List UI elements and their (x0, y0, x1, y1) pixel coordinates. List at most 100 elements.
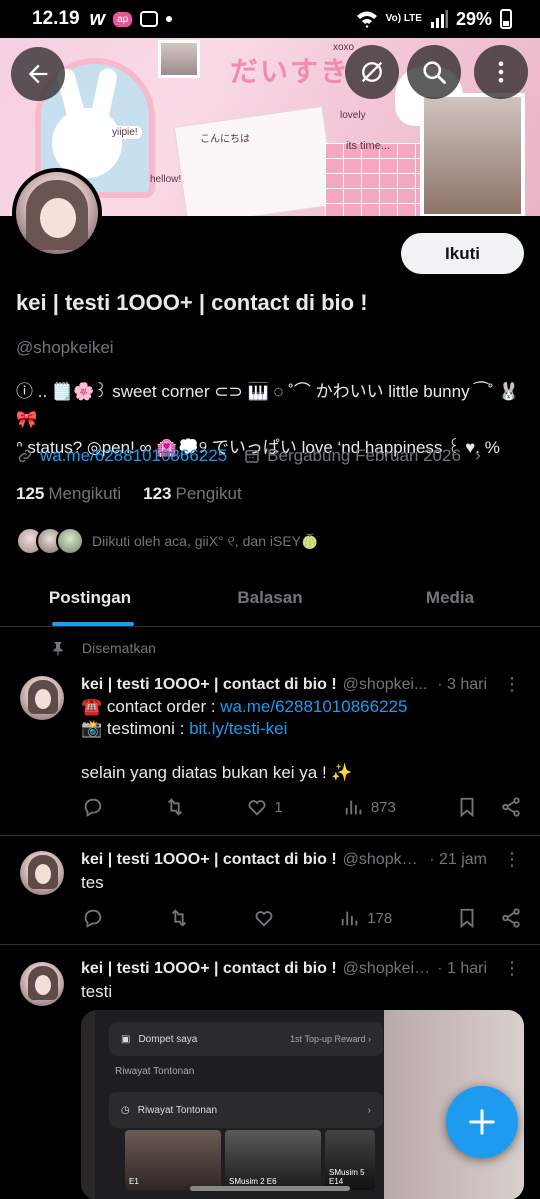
reply-icon (84, 798, 102, 817)
compose-post-button[interactable] (446, 1086, 518, 1158)
wifi-icon (356, 11, 377, 28)
media-thumbnail: E1 (125, 1130, 221, 1190)
media-thumbnail: SMusim 5 E14 (325, 1130, 375, 1190)
profile-tabs: Postingan Balasan Media (0, 570, 540, 627)
followed-by[interactable]: Diikuti oleh aca, giiX° ୧, dan iSEY🍈 (16, 527, 318, 555)
chevron-right-icon[interactable]: › (475, 445, 481, 466)
more-vertical-icon (498, 61, 504, 83)
like-button[interactable]: 1 (246, 796, 283, 818)
banner-small-photo (158, 40, 200, 78)
w-app-icon: w (89, 7, 106, 30)
notification-app-icon: ap (113, 11, 133, 27)
following-count-link[interactable]: 125 Mengikuti (16, 484, 121, 504)
post-item[interactable]: kei | testi 1OOO+ | contact di bio ! @sh… (0, 837, 540, 945)
view-count: 178 (367, 909, 393, 927)
battery-percent: 29% (455, 8, 492, 29)
media-wallet-row: ▣ Dompet saya 1st Top-up Reward › (109, 1022, 383, 1056)
post-text: tes (81, 873, 104, 892)
profile-handle: @shopkeikei (16, 338, 114, 357)
views-chart-icon (345, 800, 362, 815)
like-count: 1 (274, 798, 283, 816)
post-author-name[interactable]: kei | testi 1OOO+ | contact di bio ! (81, 851, 337, 869)
more-options-button[interactable] (474, 45, 528, 99)
post-author-handle: @shopkei... (342, 850, 426, 868)
share-icon[interactable] (500, 796, 522, 818)
reply-button[interactable] (82, 796, 104, 818)
clock: 12.19 (32, 8, 80, 29)
repost-icon (171, 909, 186, 927)
bookmark-icon[interactable] (456, 907, 478, 929)
heart-icon (256, 911, 273, 927)
pinned-indicator: Disematkan (50, 640, 156, 656)
arrow-left-icon (28, 64, 48, 84)
media-history-row: ◷ Riwayat Tontonan › (109, 1092, 383, 1128)
profile-meta: wa.me/62881010866225 Bergabung Februari … (16, 445, 481, 466)
back-button[interactable] (11, 47, 65, 101)
search-button[interactable] (407, 45, 461, 99)
post-avatar[interactable] (20, 851, 64, 895)
post-more-icon[interactable]: ⋮ (503, 674, 521, 695)
battery-icon (500, 9, 512, 29)
post-actions: 178 (82, 907, 522, 929)
post-timestamp: · 3 hari (437, 675, 487, 693)
wallet-icon: ▣ (121, 1033, 131, 1045)
gallery-app-icon (140, 11, 159, 27)
pin-icon (53, 642, 63, 656)
post-more-icon[interactable]: ⋮ (503, 849, 521, 870)
clock-icon: ◷ (121, 1104, 130, 1116)
repost-icon (168, 798, 183, 816)
link-icon (18, 449, 32, 462)
profile-name: kei | testi 1OOO+ | contact di bio ! (16, 290, 368, 315)
repost-button[interactable] (164, 796, 186, 818)
follow-button[interactable]: Ikuti (401, 233, 524, 274)
post-timestamp: · 21 jam (429, 850, 487, 868)
grok-icon (361, 61, 383, 83)
post-avatar[interactable] (20, 676, 64, 720)
repost-button[interactable] (168, 907, 190, 929)
envelope-illustration (173, 106, 337, 216)
tab-replies[interactable]: Balasan (180, 570, 360, 626)
profile-link[interactable]: wa.me/62881010866225 (40, 446, 227, 466)
gesture-bar[interactable] (190, 1186, 350, 1191)
like-button[interactable] (253, 907, 275, 929)
joined-date: Bergabung Februari 2026 (267, 445, 461, 465)
post-author-handle: @shopkei... (342, 675, 428, 693)
bookmark-icon[interactable] (456, 796, 478, 818)
view-count: 873 (370, 798, 396, 816)
banner-grid-pattern (325, 143, 435, 216)
followers-count-link[interactable]: 123 Pengikut (143, 484, 242, 504)
follower-avatar (56, 527, 84, 555)
views-button[interactable]: 873 (343, 796, 396, 818)
post-author-handle: @shopkeikei (342, 959, 434, 977)
more-notifications-dot (166, 16, 173, 22)
post-text: testi (81, 982, 113, 1001)
follow-counts: 125 Mengikuti 123 Pengikut (16, 484, 242, 504)
banner-photo (420, 93, 525, 216)
post-timestamp: · 1 hari (437, 959, 487, 977)
banner-title-text: だいすき (230, 56, 351, 87)
post-text: ☎️ contact order : wa.me/62881010866225 … (81, 697, 408, 782)
reply-icon (84, 909, 102, 928)
post-avatar[interactable] (20, 962, 64, 1006)
post-link[interactable]: bit.ly/testi-kei (189, 719, 287, 738)
post-author-name[interactable]: kei | testi 1OOO+ | contact di bio ! (81, 676, 337, 694)
media-thumbnail: SMusim 2 E6 (225, 1130, 321, 1190)
post-link[interactable]: wa.me/62881010866225 (220, 697, 407, 716)
volte-indicator: Vo) LTE (385, 13, 422, 24)
post-item[interactable]: kei | testi 1OOO+ | contact di bio ! @sh… (0, 670, 540, 836)
bio-line: ⓘ .. 🗒️🌸꒱ sweet corner ⊂⊃ 🎹 ◌ ˚⌒ かわいい li… (16, 382, 520, 429)
grok-button[interactable] (345, 45, 399, 99)
share-icon[interactable] (500, 907, 522, 929)
tab-media[interactable]: Media (360, 570, 540, 626)
search-icon (423, 61, 446, 84)
views-chart-icon (341, 911, 358, 926)
tab-posts[interactable]: Postingan (0, 570, 180, 626)
heart-icon (248, 800, 266, 816)
status-bar: 12.19 w ap Vo) LTE 29% (0, 0, 540, 38)
views-button[interactable]: 178 (339, 907, 392, 929)
profile-avatar[interactable] (12, 168, 102, 258)
post-more-icon[interactable]: ⋮ (503, 958, 521, 979)
followed-by-text: Diikuti oleh aca, giiX° ୧, dan iSEY🍈 (92, 532, 319, 549)
reply-button[interactable] (82, 907, 104, 929)
post-author-name[interactable]: kei | testi 1OOO+ | contact di bio ! (81, 960, 337, 978)
